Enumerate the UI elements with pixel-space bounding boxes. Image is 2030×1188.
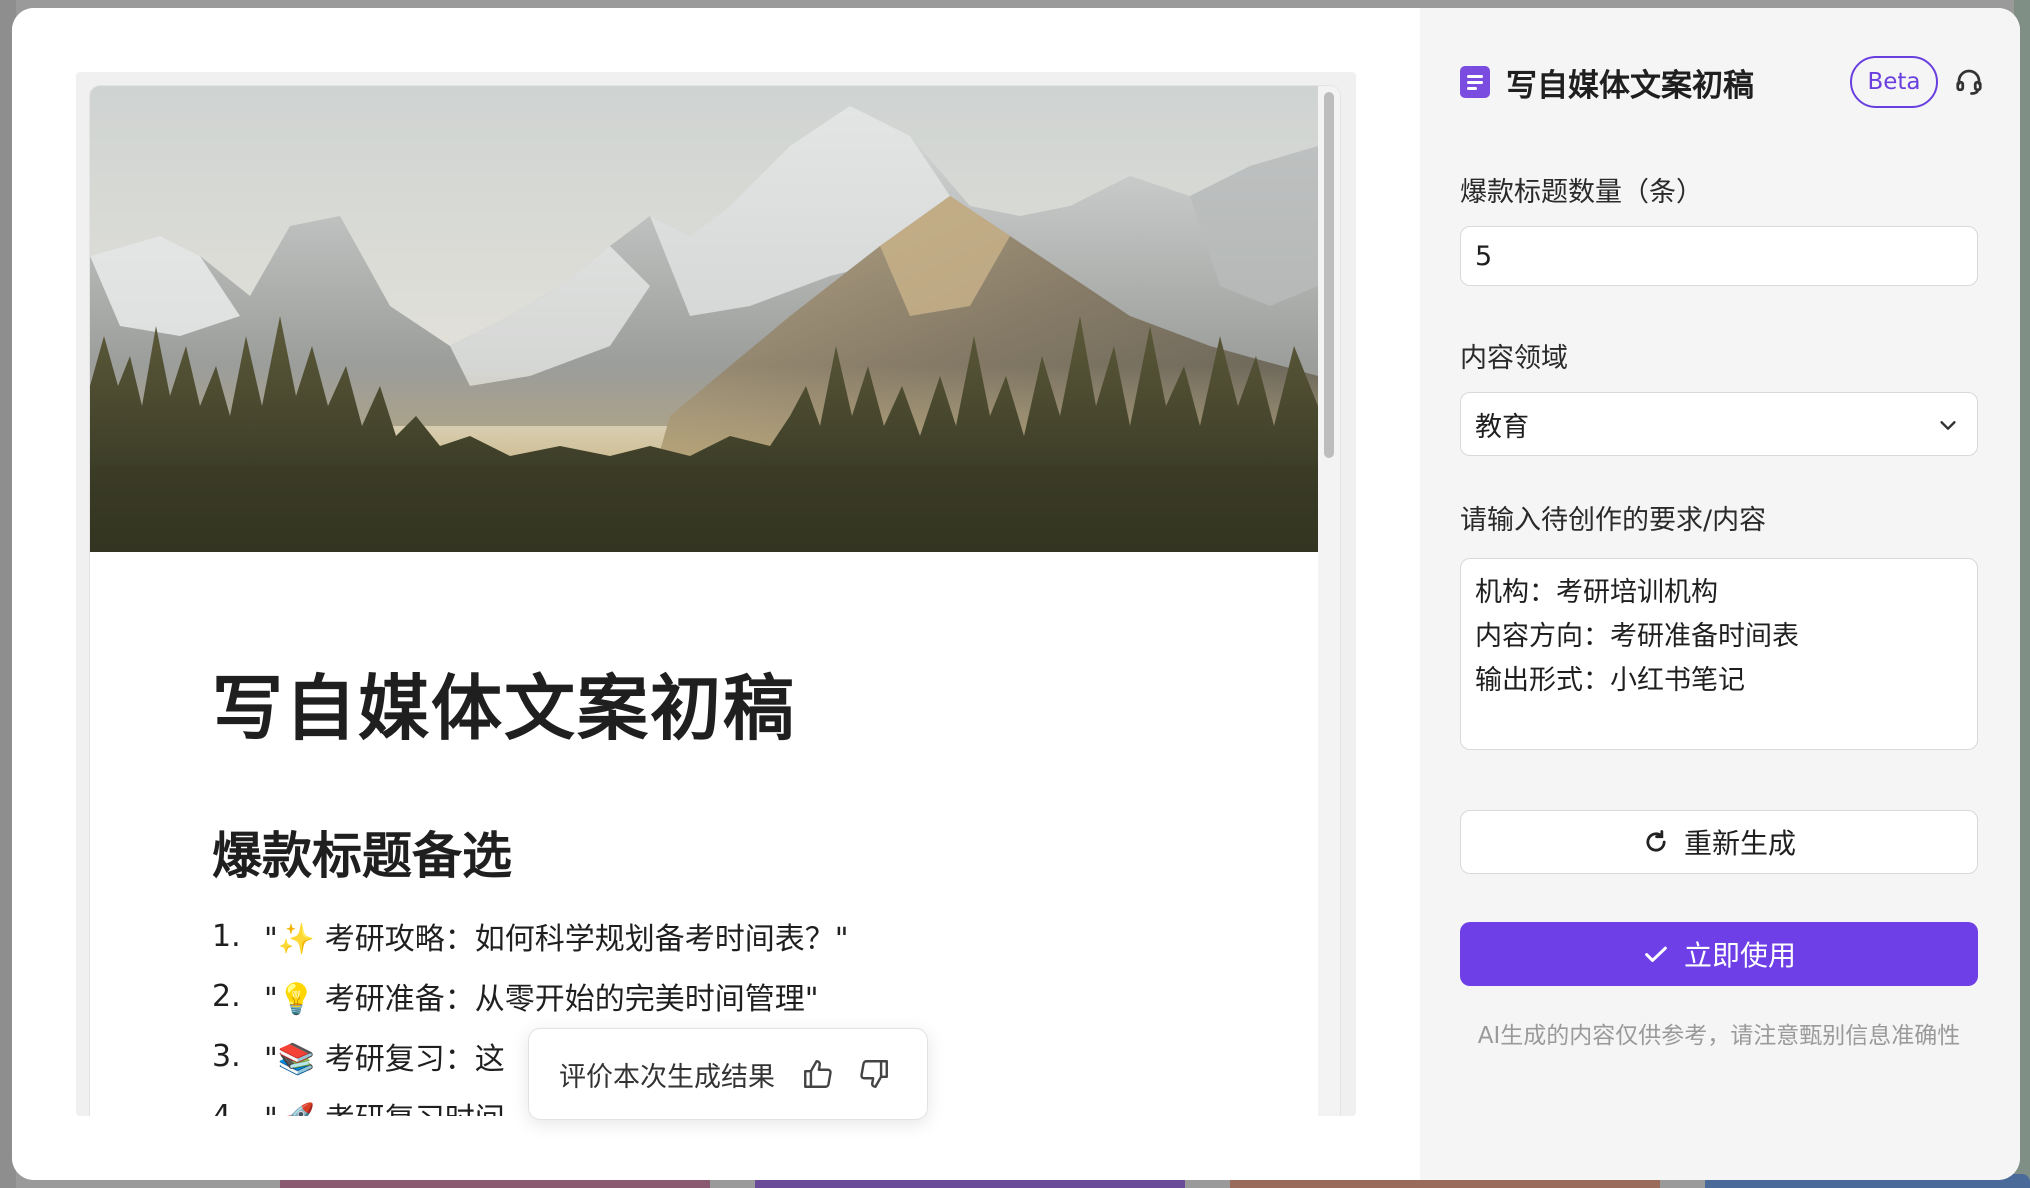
list-number: 3.	[212, 1038, 241, 1074]
preview-scrollbar[interactable]	[1318, 86, 1340, 1116]
document-title: 写自媒体文案初稿	[212, 667, 797, 750]
preview-frame: 写自媒体文案初稿 爆款标题备选 1. "✨ 考研攻略：如何科学规划备考时间表？" …	[76, 72, 1356, 1116]
ai-disclaimer: AI生成的内容仅供参考，请注意甄别信息准确性	[1477, 1023, 1961, 1049]
list-text: "💡 考研准备：从零开始的完美时间管理"	[264, 982, 819, 1017]
domain-selected-value: 教育	[1475, 411, 1529, 443]
section-heading: 爆款标题备选	[212, 827, 512, 885]
list-text: "🚀 考研复习时间	[264, 1094, 505, 1116]
panel-header: 写自媒体文案初稿 Beta	[1460, 54, 1990, 110]
list-number: 4.	[212, 1098, 241, 1117]
thumbs-up-icon[interactable]	[801, 1057, 835, 1091]
domain-label: 内容领域	[1460, 343, 1568, 374]
list-item: 2. "💡 考研准备：从零开始的完美时间管理"	[212, 966, 849, 1026]
preview-area: 写自媒体文案初稿 爆款标题备选 1. "✨ 考研攻略：如何科学规划备考时间表？" …	[12, 8, 1420, 1180]
use-now-button[interactable]: 立即使用	[1460, 922, 1978, 986]
requirements-line: 机构：考研培训机构	[1475, 577, 1718, 608]
list-text: "📚 考研复习：这	[264, 1042, 505, 1077]
requirements-textarea[interactable]: 机构：考研培训机构 内容方向：考研准备时间表 输出形式：小红书笔记	[1460, 558, 1978, 750]
list-text: "✨ 考研攻略：如何科学规划备考时间表？"	[264, 922, 849, 957]
feedback-label: 评价本次生成结果	[559, 1061, 775, 1093]
requirements-line: 输出形式：小红书笔记	[1475, 665, 1745, 696]
list-number: 2.	[212, 978, 241, 1014]
use-now-label: 立即使用	[1683, 939, 1796, 972]
headset-icon[interactable]	[1954, 66, 1984, 96]
cover-image	[90, 86, 1318, 552]
document-icon	[1460, 66, 1490, 98]
requirements-label: 请输入待创作的要求/内容	[1460, 505, 1767, 536]
list-item: 1. "✨ 考研攻略：如何科学规划备考时间表？"	[212, 906, 849, 966]
chevron-down-icon	[1940, 421, 1956, 430]
thumbs-down-icon[interactable]	[857, 1057, 891, 1091]
feedback-popover: 评价本次生成结果	[528, 1028, 928, 1120]
template-preview-modal: 写自媒体文案初稿 爆款标题备选 1. "✨ 考研攻略：如何科学规划备考时间表？" …	[12, 8, 2020, 1180]
refresh-icon	[1646, 830, 1666, 852]
title-count-input[interactable]: 5	[1460, 226, 1978, 286]
regenerate-label: 重新生成	[1683, 827, 1796, 860]
list-number: 1.	[212, 918, 241, 954]
regenerate-button[interactable]: 重新生成	[1460, 810, 1978, 874]
document-preview[interactable]: 写自媒体文案初稿 爆款标题备选 1. "✨ 考研攻略：如何科学规划备考时间表？" …	[90, 86, 1340, 1116]
beta-badge: Beta	[1850, 56, 1938, 108]
panel-title: 写自媒体文案初稿	[1506, 67, 1754, 104]
check-icon	[1645, 946, 1667, 962]
title-count-label: 爆款标题数量（条）	[1460, 177, 1703, 208]
scrollbar-thumb[interactable]	[1324, 92, 1334, 458]
config-panel: 写自媒体文案初稿 Beta 爆款标题数量（条） 5 内容领域 教育 请输入待创作…	[1420, 8, 2020, 1180]
requirements-line: 内容方向：考研准备时间表	[1475, 621, 1799, 652]
domain-select[interactable]: 教育	[1460, 392, 1978, 456]
